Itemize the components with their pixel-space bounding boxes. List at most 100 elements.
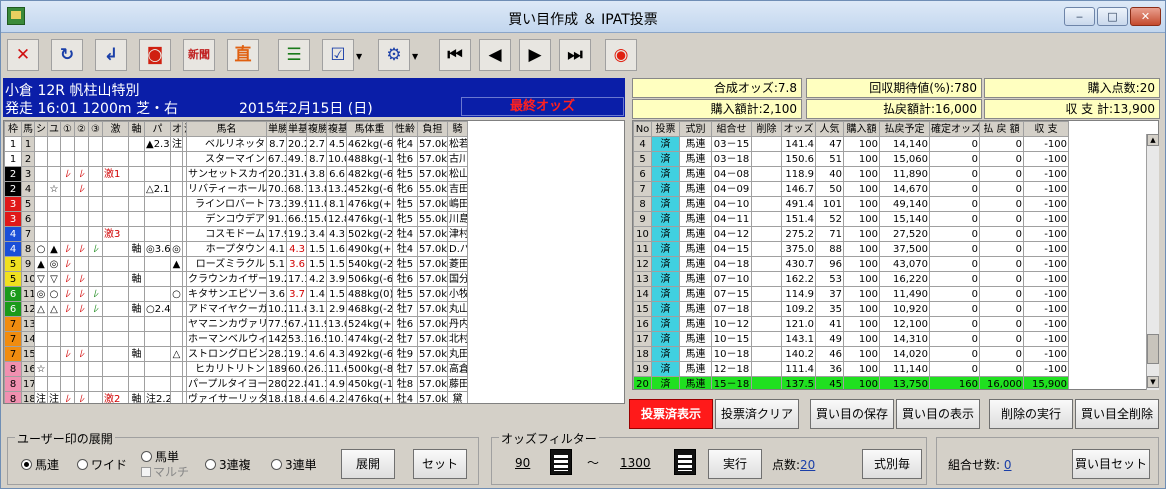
horse-row[interactable]: 816☆ ヒカリトリトン189.260.026.311.6500kg(-8)牡75… — [4, 361, 468, 377]
show-bets-button[interactable]: 買い目の表示 — [896, 399, 980, 429]
refresh-button[interactable]: ↻ — [51, 39, 83, 71]
horse-row[interactable]: 713 ヤマニンカヴァリエ77.567.411.913.0524kg(+14)牡6… — [4, 316, 468, 332]
return-button[interactable]: ↲ — [95, 39, 127, 71]
last-button[interactable]: ⏭ — [559, 39, 591, 71]
col-header[interactable]: オ — [170, 121, 183, 137]
camera-button[interactable]: ◙ — [139, 39, 171, 71]
bet-row[interactable]: 18 済馬連 10－18 140.2 46 100 14,020 0 0 -100 — [633, 346, 1069, 362]
col-header[interactable]: 単基 — [286, 121, 307, 137]
close-window-button[interactable]: ✕ — [1130, 7, 1161, 26]
col-header[interactable]: 投票 — [651, 121, 680, 137]
bet-row[interactable]: 7 済馬連 04－09 146.7 50 100 14,670 0 0 -100 — [633, 181, 1069, 197]
scroll-down-icon[interactable]: ▼ — [1147, 376, 1159, 388]
multi-checkbox[interactable]: マルチ — [141, 463, 189, 480]
horse-row[interactable]: 818注注ﾚﾚ激2軸注2.2ヴァイサーリッター18.818.84.64.2476… — [4, 391, 468, 403]
col-header[interactable]: 削除 — [751, 121, 782, 137]
col-header[interactable]: No — [633, 121, 652, 137]
col-header[interactable]: 払 戻 額 — [979, 121, 1024, 137]
col-header[interactable]: 注 — [182, 121, 187, 137]
radio-sanrentan[interactable]: 3連単 — [271, 456, 317, 473]
col-header[interactable]: ① — [60, 121, 75, 137]
horse-row[interactable]: 36 デンコウデア91.166.515.012.8476kg(-12)牝555.0… — [4, 211, 468, 227]
expand-button[interactable]: 展開 — [341, 449, 395, 479]
maximize-button[interactable]: □ — [1097, 7, 1128, 26]
close-button[interactable]: ✕ — [7, 39, 39, 71]
horse-row[interactable]: 48○▲ﾚﾚﾚ軸◎3.6◎ホープタウン4.14.31.51.6490kg(+2)… — [4, 241, 468, 257]
col-header[interactable]: 軸 — [128, 121, 145, 137]
bet-table-scrollbar[interactable]: ▲ ▼ — [1146, 134, 1159, 390]
bet-row[interactable]: 6 済馬連 04－08 118.9 40 100 11,890 0 0 -100 — [633, 166, 1069, 182]
run-filter-button[interactable]: 実行 — [708, 449, 762, 479]
horse-row[interactable]: 612△△ﾚﾚﾚ軸○2.4アドマイヤクーガー10.211.83.12.9468k… — [4, 301, 468, 317]
col-header[interactable]: 払戻予定 — [879, 121, 930, 137]
delete-all-button[interactable]: 買い目全削除 — [1075, 399, 1159, 429]
prev-button[interactable]: ◀ — [479, 39, 511, 71]
minimize-button[interactable]: ‒ — [1064, 7, 1095, 26]
bet-row[interactable]: 5 済馬連 03－18 150.6 51 100 15,060 0 0 -100 — [633, 151, 1069, 167]
col-header[interactable]: 人気 — [815, 121, 844, 137]
horse-row[interactable]: 611◎○ﾚﾚﾚ○キタサンエピソード3.63.71.41.5488kg(0)牡5… — [4, 286, 468, 302]
col-header[interactable]: ユ — [47, 121, 61, 137]
horse-row[interactable]: 47 激3 コスモドーム17.919.23.44.3502kg(-2)牡457.0k… — [4, 226, 468, 242]
odds-min-dial-icon[interactable] — [550, 449, 572, 475]
bet-row[interactable]: 16 済馬連 10－12 121.0 41 100 12,100 0 0 -100 — [633, 316, 1069, 332]
col-header[interactable]: 馬 — [21, 121, 35, 137]
filter-points-value[interactable]: 20 — [800, 458, 815, 472]
col-header[interactable]: 性齢 — [392, 121, 418, 137]
first-button[interactable]: ⏮ — [439, 39, 471, 71]
bet-row[interactable]: 9 済馬連 04－11 151.4 52 100 15,140 0 0 -100 — [633, 211, 1069, 227]
col-header[interactable]: 購入額 — [843, 121, 880, 137]
col-header[interactable]: オッズ — [781, 121, 816, 137]
odds-min-value[interactable]: 90 — [515, 456, 530, 470]
set-bets-button[interactable]: 買い目セット — [1072, 449, 1150, 479]
col-header[interactable]: 組合せ — [711, 121, 752, 137]
bet-row[interactable]: 11 済馬連 04－15 375.0 88 100 37,500 0 0 -100 — [633, 241, 1069, 257]
list-button[interactable]: ☰ — [278, 39, 310, 71]
col-header[interactable]: ③ — [88, 121, 103, 137]
execute-delete-button[interactable]: 削除の実行 — [989, 399, 1073, 429]
odds-max-dial-icon[interactable] — [674, 449, 696, 475]
col-header[interactable]: 複基 — [326, 121, 347, 137]
horse-row[interactable]: 12 スターマイン67.349.78.710.0488kg(-12)牡657.0k… — [4, 151, 468, 167]
bet-row[interactable]: 12 済馬連 04－18 430.7 96 100 43,070 0 0 -100 — [633, 256, 1069, 272]
horse-row[interactable]: 23 ﾚﾚ 激1 サンセットスカイ20.231.63.86.6482kg(-6)牡55… — [4, 166, 468, 182]
settings-button[interactable]: ⚙ — [378, 39, 410, 71]
bet-row[interactable]: 14 済馬連 07－15 114.9 37 100 11,490 0 0 -100 — [633, 286, 1069, 302]
bet-row[interactable]: 8 済馬連 04－10 491.4 101 100 49,140 0 0 -100 — [633, 196, 1069, 212]
checklist-button[interactable]: ☑ — [322, 39, 354, 71]
col-header[interactable]: 確定オッズ — [929, 121, 980, 137]
horse-row[interactable]: 510▽▽ﾚﾚ軸クラウンカイザー19.217.14.23.9506kg(-6)牡… — [4, 271, 468, 287]
col-header[interactable]: 収 支 — [1023, 121, 1069, 137]
col-header[interactable]: シ — [34, 121, 48, 137]
col-header[interactable]: 複勝 — [306, 121, 327, 137]
horse-row[interactable]: 24 ☆ ﾚ △2.1 リバティーホール70.368.713.813.2452kg(-6… — [4, 181, 468, 197]
col-header[interactable]: 単勝 — [266, 121, 287, 137]
save-bets-button[interactable]: 買い目の保存 — [810, 399, 894, 429]
direct-button[interactable]: 直 — [227, 39, 259, 71]
col-header[interactable]: パ — [144, 121, 171, 137]
horse-row[interactable]: 715 ﾚﾚ 軸 △ストロングロビン28.219.14.64.3492kg(-6)牡9… — [4, 346, 468, 362]
col-header[interactable]: ② — [74, 121, 89, 137]
radio-umaren[interactable]: 馬連 — [21, 456, 59, 473]
odds-max-value[interactable]: 1300 — [620, 456, 651, 470]
dropdown-arrow-icon[interactable]: ▼ — [356, 52, 364, 61]
col-header[interactable]: 負担 — [417, 121, 448, 137]
newspaper-button[interactable]: 新聞 — [183, 39, 215, 71]
by-type-button[interactable]: 式別毎 — [862, 449, 922, 479]
radio-wide[interactable]: ワイド — [77, 456, 127, 473]
dropdown-arrow-icon[interactable]: ▼ — [412, 52, 420, 61]
horse-row[interactable]: 5 9 ▲ ◎ ﾚ ▲ ローズミラクル 5.1 3.6 1.5 1.5 540kg(-2) 牡5 57.0… — [4, 256, 468, 272]
col-header[interactable]: 騎 — [447, 121, 468, 137]
bet-row[interactable]: 13 済馬連 07－10 162.2 53 100 16,220 0 0 -100 — [633, 271, 1069, 287]
next-button[interactable]: ▶ — [519, 39, 551, 71]
scroll-thumb[interactable] — [1147, 334, 1159, 364]
bet-row[interactable]: 15 済馬連 07－18 109.2 35 100 10,920 0 0 -100 — [633, 301, 1069, 317]
horse-row[interactable]: 817 パープルタイヨー280.322.841.14.9450kg(-14)牡85… — [4, 376, 468, 392]
horse-row[interactable]: 35 ラインロバート73.239.911.08.1476kg(+2)牡557.0k… — [4, 196, 468, 212]
horse-row[interactable]: 714 ホーマンベルウィン142.753.316.510.7474kg(-2)牡7… — [4, 331, 468, 347]
voted-clear-button[interactable]: 投票済クリア — [715, 399, 799, 429]
bet-row[interactable]: 17 済馬連 10－15 143.1 49 100 14,310 0 0 -100 — [633, 331, 1069, 347]
col-header[interactable]: 枠 — [4, 121, 22, 137]
set-button[interactable]: セット — [413, 449, 467, 479]
bet-row[interactable]: 10 済馬連 04－12 275.2 71 100 27,520 0 0 -100 — [633, 226, 1069, 242]
